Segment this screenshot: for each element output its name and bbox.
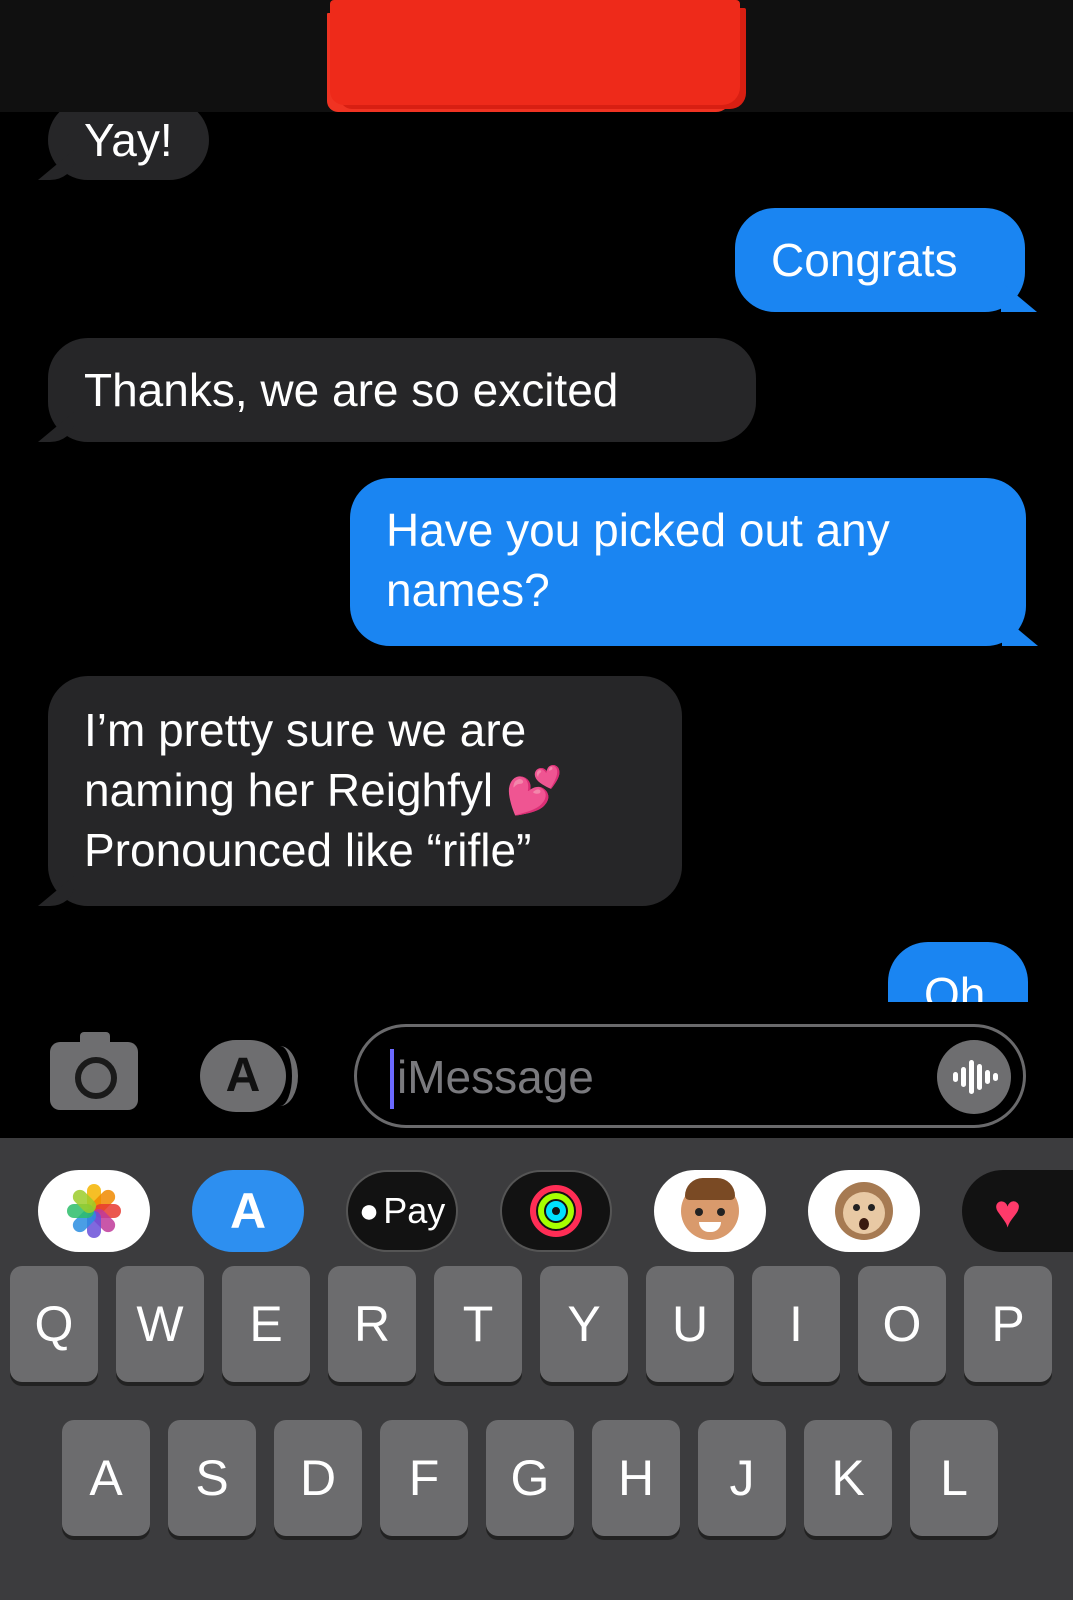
imessage-field[interactable] <box>354 1024 1026 1128</box>
message-text: Oh <box>924 968 986 1002</box>
message-text: I’m pretty sure we are naming her Reighf… <box>84 704 564 876</box>
key-p[interactable]: P <box>964 1266 1052 1382</box>
message-text: Have you picked out any names? <box>386 504 890 616</box>
key-s[interactable]: S <box>168 1420 256 1536</box>
key-r[interactable]: R <box>328 1266 416 1382</box>
key-i[interactable]: I <box>752 1266 840 1382</box>
apple-pay-label: Pay <box>383 1190 446 1231</box>
key-y[interactable]: Y <box>540 1266 628 1382</box>
key-u[interactable]: U <box>646 1266 734 1382</box>
key-o[interactable]: O <box>858 1266 946 1382</box>
message-text: Yay! <box>84 114 173 166</box>
message-bubble-incoming[interactable]: Thanks, we are so excited <box>48 338 756 442</box>
message-input-bar: A <box>0 1002 1073 1138</box>
camera-lens <box>75 1057 117 1099</box>
key-d[interactable]: D <box>274 1420 362 1536</box>
activity-rings-icon[interactable] <box>500 1170 612 1252</box>
key-t[interactable]: T <box>434 1266 522 1382</box>
message-bubble-incoming[interactable]: Yay! <box>48 112 209 180</box>
key-l[interactable]: L <box>910 1420 998 1536</box>
animoji-monkey-icon[interactable] <box>808 1170 920 1252</box>
app-store-icon[interactable]: A <box>200 1040 298 1112</box>
apple-pay-icon[interactable]: ● Pay <box>346 1170 458 1252</box>
key-f[interactable]: F <box>380 1420 468 1536</box>
message-text: Thanks, we are so excited <box>84 364 619 416</box>
app-store-icon[interactable]: A <box>192 1170 304 1252</box>
key-j[interactable]: J <box>698 1420 786 1536</box>
redacted-contact-name <box>330 0 740 105</box>
message-bubble-outgoing[interactable]: Congrats <box>735 208 1025 312</box>
camera-icon[interactable] <box>50 1032 138 1110</box>
key-e[interactable]: E <box>222 1266 310 1382</box>
key-q[interactable]: Q <box>10 1266 98 1382</box>
message-bubble-outgoing[interactable]: Have you picked out any names? <box>350 478 1026 646</box>
keyboard: Q W E R T Y U I O P A S D F G H J K L <box>0 1260 1073 1600</box>
message-input[interactable] <box>397 1041 917 1113</box>
photos-icon[interactable] <box>38 1170 150 1252</box>
waveform-icon[interactable] <box>937 1040 1011 1114</box>
digital-touch-heart-icon[interactable]: ♥ <box>962 1170 1073 1252</box>
app-drawer: A ● Pay ♥ <box>0 1138 1073 1260</box>
key-a[interactable]: A <box>62 1420 150 1536</box>
message-thread[interactable]: Yay! Congrats Thanks, we are so excited … <box>0 112 1073 1002</box>
memoji-icon[interactable] <box>654 1170 766 1252</box>
key-k[interactable]: K <box>804 1420 892 1536</box>
message-text: Congrats <box>771 234 958 286</box>
message-bubble-outgoing[interactable]: Oh <box>888 942 1028 1002</box>
key-h[interactable]: H <box>592 1420 680 1536</box>
key-g[interactable]: G <box>486 1420 574 1536</box>
conversation-header <box>0 0 1073 112</box>
key-w[interactable]: W <box>116 1266 204 1382</box>
message-bubble-incoming[interactable]: I’m pretty sure we are naming her Reighf… <box>48 676 682 906</box>
text-cursor <box>390 1049 394 1109</box>
